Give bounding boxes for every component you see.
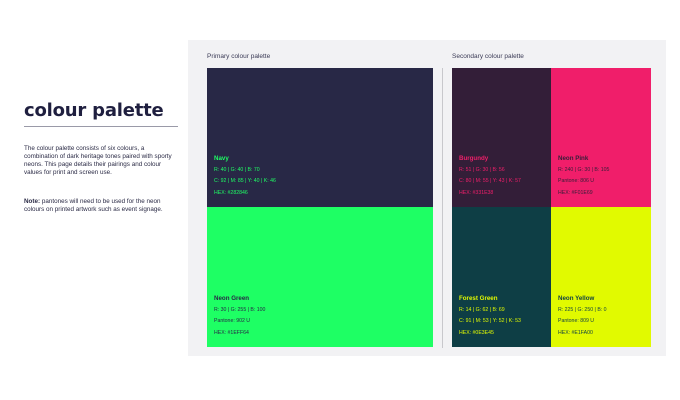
swatch-neon-pink-info: Neon Pink R: 240 | G: 30 | B: 105 Panton… bbox=[558, 153, 609, 199]
page-title: colour palette bbox=[24, 100, 164, 121]
swatch-cmyk: C: 92 | M: 85 | Y: 40 | K: 46 bbox=[214, 178, 276, 184]
swatch-rgb: R: 51 | G: 30 | B: 56 bbox=[459, 166, 505, 173]
swatch-neon-green: Neon Green R: 30 | G: 255 | B: 100 Panto… bbox=[207, 207, 433, 347]
swatch-rgb: R: 40 | G: 40 | B: 70 bbox=[214, 166, 260, 173]
swatch-pantone: Pantone: 809 U bbox=[558, 318, 595, 324]
swatch-pantone: Pantone: 902 U bbox=[214, 318, 251, 324]
swatch-navy: Navy R: 40 | G: 40 | B: 70 C: 92 | M: 85… bbox=[207, 68, 433, 207]
swatch-name: Neon Yellow bbox=[558, 295, 595, 302]
swatch-neon-yellow: Neon Yellow R: 225 | G: 250 | B: 0 Panto… bbox=[551, 207, 651, 347]
swatch-cmyk: C: 91 | M: 53 | Y: 52 | K: 53 bbox=[459, 318, 521, 324]
swatch-hex: HEX: #1EFF64 bbox=[214, 329, 249, 336]
swatch-forest-green-info: Forest Green R: 14 | G: 62 | B: 69 C: 91… bbox=[459, 293, 521, 339]
swatch-navy-info: Navy R: 40 | G: 40 | B: 70 C: 92 | M: 85… bbox=[214, 153, 276, 199]
swatch-name: Neon Pink bbox=[558, 155, 589, 162]
swatch-hex: HEX: #E1FA00 bbox=[558, 329, 593, 336]
swatch-hex: HEX: #282846 bbox=[214, 189, 248, 196]
swatch-pantone: Pantone: 806 U bbox=[558, 178, 595, 184]
swatch-name: Forest Green bbox=[459, 295, 498, 302]
swatch-hex: HEX: #0E3E45 bbox=[459, 329, 494, 336]
secondary-palette-label: Secondary colour palette bbox=[452, 53, 524, 60]
swatch-burgundy: Burgundy R: 51 | G: 30 | B: 56 C: 80 | M… bbox=[452, 68, 551, 207]
note-label: Note: bbox=[24, 198, 41, 205]
swatch-neon-yellow-info: Neon Yellow R: 225 | G: 250 | B: 0 Panto… bbox=[558, 293, 607, 339]
primary-palette-label: Primary colour palette bbox=[207, 53, 271, 60]
note-text: pantones will need to be used for the ne… bbox=[24, 198, 163, 214]
swatch-rgb: R: 240 | G: 30 | B: 105 bbox=[558, 166, 610, 173]
swatch-rgb: R: 30 | G: 255 | B: 100 bbox=[214, 306, 266, 313]
swatch-neon-green-info: Neon Green R: 30 | G: 255 | B: 100 Panto… bbox=[214, 293, 265, 339]
swatch-hex: HEX: #F01E69 bbox=[558, 189, 593, 196]
swatch-name: Neon Green bbox=[214, 295, 250, 302]
palette-divider bbox=[442, 68, 443, 348]
swatch-rgb: R: 14 | G: 62 | B: 69 bbox=[459, 306, 505, 313]
swatch-hex: HEX: #331E38 bbox=[459, 189, 494, 196]
title-divider bbox=[24, 126, 178, 127]
swatch-name: Burgundy bbox=[459, 155, 489, 162]
swatch-cmyk: C: 80 | M: 55 | Y: 43 | K: 57 bbox=[459, 178, 521, 184]
swatch-neon-pink: Neon Pink R: 240 | G: 30 | B: 105 Panton… bbox=[551, 68, 651, 207]
swatch-rgb: R: 225 | G: 250 | B: 0 bbox=[558, 306, 607, 313]
swatch-burgundy-info: Burgundy R: 51 | G: 30 | B: 56 C: 80 | M… bbox=[459, 153, 521, 199]
swatch-forest-green: Forest Green R: 14 | G: 62 | B: 69 C: 91… bbox=[452, 207, 551, 347]
intro-paragraph: The colour palette consists of six colou… bbox=[24, 145, 172, 177]
note-paragraph: Note: pantones will need to be used for … bbox=[24, 198, 174, 214]
swatch-name: Navy bbox=[214, 155, 229, 162]
